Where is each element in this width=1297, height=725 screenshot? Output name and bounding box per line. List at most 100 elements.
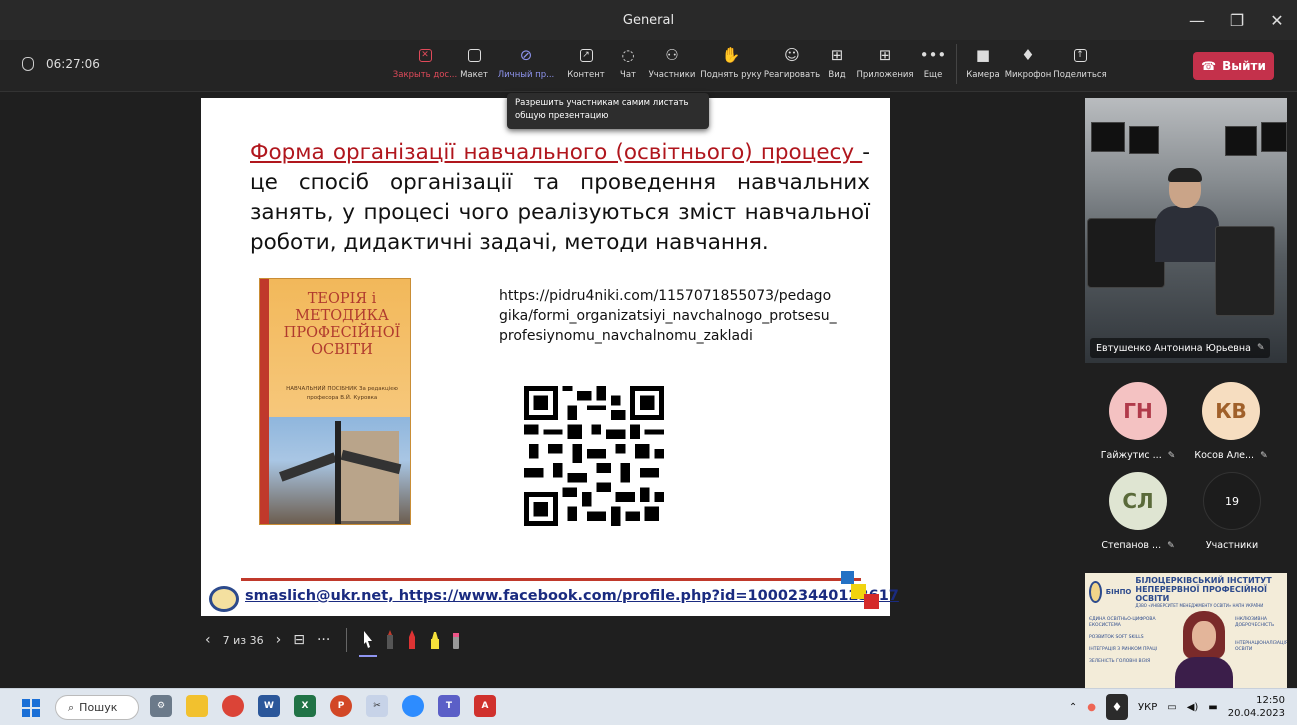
layout-icon — [467, 44, 481, 66]
clock[interactable]: 12:50 20.04.2023 — [1228, 694, 1285, 720]
prev-slide-icon[interactable]: ‹ — [205, 632, 211, 648]
chat-button[interactable]: ◌ Чат — [610, 44, 646, 84]
slide-url[interactable]: https://pidru4niki.com/1157071855073/ped… — [499, 286, 839, 346]
slide-page-indicator: 7 из 36 — [222, 633, 264, 647]
maximize-icon[interactable]: ❐ — [1217, 0, 1257, 40]
slide-controls: ‹ 7 из 36 › ⊟ ··· — [205, 624, 461, 657]
windows-start-icon[interactable] — [22, 699, 40, 717]
book-cover-image: ТЕОРІЯ і МЕТОДИКА ПРОФЕСІЙНОЇ ОСВІТИ НАВ… — [259, 278, 411, 525]
snipping-tool-icon[interactable]: ✂ — [366, 695, 388, 717]
participant-video-main[interactable] — [1085, 98, 1287, 363]
qr-code-image — [524, 386, 664, 526]
participant-person — [1155, 168, 1219, 262]
more-icon: ••• — [919, 46, 947, 64]
institute-subtitle: ДЗВО «УНІВЕРСИТЕТ МЕНЕДЖМЕНТУ ОСВІТИ» НА… — [1135, 603, 1264, 608]
layout-button[interactable]: Макет — [458, 44, 490, 84]
close-share-icon: ✕ — [418, 44, 432, 66]
participant-name: Косов Але... — [1194, 450, 1255, 461]
word-icon[interactable]: W — [258, 695, 280, 717]
decor-square-blue — [841, 571, 854, 584]
settings-app-icon[interactable]: ⚙ — [150, 695, 172, 717]
more-options-icon[interactable]: ··· — [317, 632, 330, 648]
microphone-icon[interactable]: ♦ — [1106, 694, 1128, 720]
mic-off-icon: ✎ — [1167, 450, 1176, 461]
participant-person — [1175, 611, 1233, 688]
decor-square-red — [864, 594, 879, 609]
file-explorer-icon[interactable] — [186, 695, 208, 717]
more-button[interactable]: ••• Еще — [916, 44, 950, 84]
slide-grid-icon[interactable]: ⊟ — [293, 632, 305, 648]
highlighter-icon[interactable] — [429, 629, 440, 651]
react-icon: ☺ — [784, 46, 800, 64]
participant-name: Гайжутис ... — [1100, 450, 1162, 461]
share-button[interactable]: ↑ Поделиться — [1053, 44, 1107, 84]
minimize-icon[interactable]: — — [1177, 0, 1217, 40]
taskbar-search[interactable]: ⌕ Пошук — [55, 695, 139, 720]
next-slide-icon[interactable]: › — [276, 632, 282, 648]
view-icon: ⊞ — [830, 46, 844, 64]
eraser-icon[interactable] — [451, 629, 461, 651]
system-tray: ⌃ ● ♦ УКР ▭ ◀) ▬ 12:50 20.04.2023 — [1069, 694, 1285, 720]
participant-tile[interactable]: СЛ Степанов ... ✎ — [1098, 472, 1178, 551]
participant-video-secondary[interactable]: БІНПО БІЛОЦЕРКІВСЬКИЙ ІНСТИТУТ НЕПЕРЕРВН… — [1085, 573, 1287, 688]
teams-icon[interactable]: T — [438, 695, 460, 717]
institute-logo — [209, 586, 239, 612]
powerpoint-icon[interactable]: P — [330, 695, 352, 717]
separator — [346, 628, 348, 652]
book-subtitle: НАВЧАЛЬНИЙ ПОСІБНИК За редакцією професо… — [286, 386, 398, 401]
book-title: ТЕОРІЯ і МЕТОДИКА ПРОФЕСІЙНОЇ ОСВІТИ — [283, 291, 401, 358]
participants-label: Участники — [1205, 540, 1259, 551]
zoom-icon[interactable] — [402, 695, 424, 717]
avatar: СЛ — [1109, 472, 1167, 530]
participant-tile[interactable]: КВ Косов Але... ✎ — [1186, 382, 1276, 461]
participant-tile[interactable]: ГН Гайжутис ... ✎ — [1098, 382, 1178, 461]
participants-button[interactable]: ⚇ Участники — [646, 44, 698, 84]
laser-pointer-icon[interactable] — [359, 629, 378, 657]
slide-footer-links[interactable]: smaslich@ukr.net, https://www.facebook.c… — [245, 588, 899, 604]
taskbar-apps: ⚙ W X P ✂ T A — [150, 695, 496, 717]
phone-hangup-icon: ☎ — [1201, 59, 1217, 73]
mic-off-icon: ✎ — [1256, 343, 1265, 353]
react-button[interactable]: ☺ Реагировать — [764, 44, 820, 84]
private-view-button[interactable]: ⊘ Личный пр... — [490, 44, 562, 84]
acrobat-icon[interactable]: A — [474, 695, 496, 717]
windows-taskbar: ⌕ Пошук ⚙ W X P ✂ T A ⌃ ● ♦ УКР ▭ ◀) ▬ 1… — [0, 688, 1297, 725]
participant-count-badge: 19 — [1203, 472, 1261, 530]
view-button[interactable]: ⊞ Вид — [820, 44, 854, 84]
language-indicator[interactable]: УКР — [1138, 702, 1157, 713]
microphone-button[interactable]: ♦ Микрофон — [1003, 44, 1053, 84]
close-share-button[interactable]: ✕ Закрыть дос... — [392, 44, 458, 84]
pen-red-icon[interactable] — [407, 629, 417, 651]
close-icon[interactable]: ✕ — [1257, 0, 1297, 40]
shared-slide: Форма організації навчального (освітньог… — [201, 98, 899, 616]
apps-button[interactable]: ⊞ Приложения — [854, 44, 916, 84]
participants-icon: ⚇ — [665, 46, 679, 64]
leave-button[interactable]: ☎ Выйти — [1193, 52, 1274, 80]
chevron-up-icon[interactable]: ⌃ — [1069, 702, 1077, 713]
timer-text: 06:27:06 — [46, 57, 100, 71]
participants-count-tile[interactable]: 19 Участники — [1192, 472, 1272, 551]
battery-icon[interactable]: ▬ — [1208, 702, 1217, 713]
raise-hand-button[interactable]: ✋ Поднять руку — [698, 44, 764, 84]
network-icon[interactable]: ▭ — [1167, 702, 1176, 713]
chat-icon: ◌ — [621, 46, 635, 64]
private-view-tooltip: Разрешить участникам самим листать общую… — [507, 93, 709, 129]
content-button[interactable]: ↗ Контент — [562, 44, 610, 84]
pen-gray-icon[interactable] — [385, 629, 395, 651]
shield-icon — [22, 57, 34, 71]
avatar: ГН — [1109, 382, 1167, 440]
share-icon: ↑ — [1073, 44, 1087, 66]
tray-app-icon[interactable]: ● — [1087, 702, 1096, 713]
camera-icon: ■ — [975, 46, 991, 64]
toolbar-tools: ✕ Закрыть дос... Макет ⊘ Личный пр... ↗ … — [392, 44, 1107, 84]
title-bar: General — ❐ ✕ — [0, 0, 1297, 40]
camera-button[interactable]: ■ Камера — [963, 44, 1003, 84]
search-icon: ⌕ — [68, 700, 75, 714]
window-controls: — ❐ ✕ — [1177, 0, 1297, 40]
volume-icon[interactable]: ◀) — [1187, 702, 1199, 713]
participant-name-tag: Евтушенко Антонина Юрьевна ✎ — [1090, 338, 1271, 358]
excel-icon[interactable]: X — [294, 695, 316, 717]
chrome-icon[interactable] — [222, 695, 244, 717]
institute-abbr: БІНПО — [1105, 588, 1132, 596]
meeting-toolbar: 06:27:06 ✕ Закрыть дос... Макет ⊘ Личный… — [0, 40, 1297, 92]
